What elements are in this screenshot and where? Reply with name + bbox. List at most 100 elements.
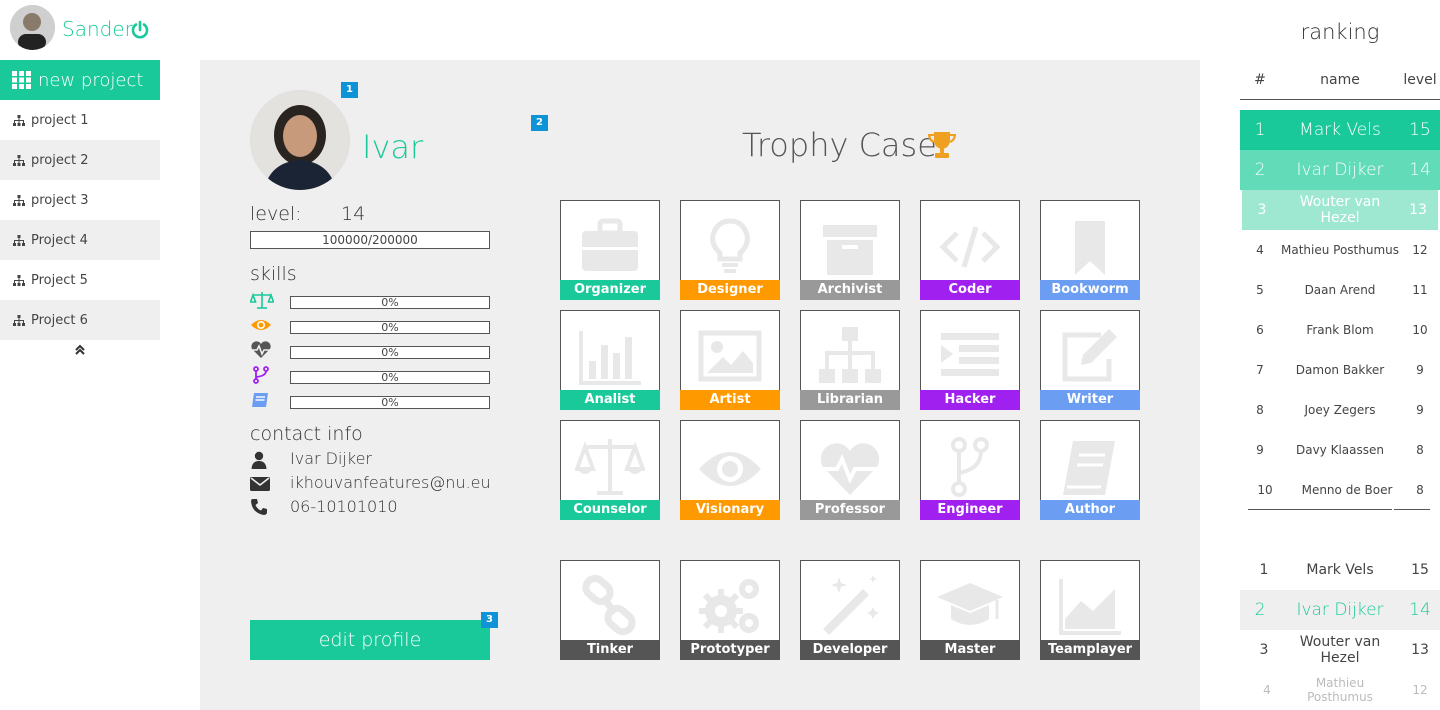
- trophy-visionary[interactable]: Visionary: [680, 420, 780, 520]
- trophy-artist[interactable]: Artist: [680, 310, 780, 410]
- level-cell: 14: [1409, 160, 1431, 180]
- name-cell: Damon Bakker: [1295, 363, 1385, 377]
- edit-profile-button[interactable]: edit profile: [250, 620, 490, 660]
- rank-cell: 2: [1254, 600, 1266, 620]
- trophy-librarian[interactable]: Librarian: [800, 310, 900, 410]
- trophy-label: Author: [1040, 500, 1140, 520]
- trophy-writer[interactable]: Writer: [1040, 310, 1140, 410]
- sidebar-item-project-5[interactable]: Project 5: [0, 260, 160, 300]
- trophy-label: Hacker: [920, 390, 1020, 410]
- trophy-developer[interactable]: Developer: [800, 560, 900, 660]
- phone-icon: [250, 498, 268, 516]
- sidebar-item-label: project 2: [31, 152, 89, 168]
- contact-email[interactable]: ikhouvanfeatures@nu.eu: [290, 473, 491, 492]
- ranking-row[interactable]: 6 Frank Blom 10: [1240, 310, 1440, 350]
- level-value: 14: [341, 203, 366, 225]
- trophy-hacker[interactable]: Hacker: [920, 310, 1020, 410]
- level-cell: 8: [1416, 443, 1424, 457]
- sidebar-item-project-4[interactable]: Project 4: [0, 220, 160, 260]
- level-cell: 8: [1416, 483, 1424, 497]
- ranking-row[interactable]: 5 Daan Arend 11: [1240, 270, 1440, 310]
- level-label: level:: [250, 203, 302, 225]
- ranking-row[interactable]: 10 Menno de Boer 8: [1240, 470, 1440, 510]
- ranking-row[interactable]: 1 Mark Vels 15: [1240, 110, 1440, 150]
- trophy-coder[interactable]: Coder: [920, 200, 1020, 300]
- tour-badge-1[interactable]: 1: [341, 82, 358, 98]
- trophy-teamplayer[interactable]: Teamplayer: [1040, 560, 1140, 660]
- trophy-label: Coder: [920, 280, 1020, 300]
- trophy-label: Tinker: [560, 640, 660, 660]
- trophy-label: Organizer: [560, 280, 660, 300]
- divider: [1248, 509, 1392, 510]
- code-icon: [939, 226, 1001, 268]
- trophy-master[interactable]: Master: [920, 560, 1020, 660]
- rank-cell: 3: [1259, 642, 1269, 658]
- ranking-row[interactable]: 7 Damon Bakker 9: [1240, 350, 1440, 390]
- trophy-label: Designer: [680, 280, 780, 300]
- name-cell: Joey Zegers: [1304, 403, 1376, 417]
- trophy-author[interactable]: Author: [1040, 420, 1140, 520]
- ranking-row[interactable]: 4 Mathieu Posthumus 12: [1240, 230, 1440, 270]
- level-cell: 15: [1409, 120, 1431, 140]
- power-icon[interactable]: [130, 20, 150, 40]
- rank-cell: 4: [1256, 243, 1264, 257]
- trophy-case-title: Trophy Case: [742, 126, 937, 164]
- trophy-analist[interactable]: Analist: [560, 310, 660, 410]
- skills-label: skills: [250, 263, 297, 285]
- level-cell: 12: [1412, 683, 1428, 697]
- divider: [1240, 99, 1440, 100]
- sitemap-icon: [13, 234, 25, 246]
- chevron-double-up-icon[interactable]: [74, 344, 86, 356]
- sitemap-icon: [13, 114, 25, 126]
- sidebar-item-project-2[interactable]: project 2: [0, 140, 160, 180]
- level-column-header: level: [1403, 72, 1437, 88]
- new-project-button[interactable]: new project: [0, 60, 160, 100]
- eye-icon: [250, 317, 272, 335]
- name-cell: Mathieu Posthumus: [1307, 676, 1373, 704]
- user-name[interactable]: Sander: [62, 17, 133, 41]
- name-cell: Wouter van Hezel: [1299, 634, 1381, 666]
- trophy-professor[interactable]: Professor: [800, 420, 900, 520]
- contact-phone[interactable]: 06-10101010: [290, 497, 398, 516]
- ranking-row[interactable]: 8 Joey Zegers 9: [1240, 390, 1440, 430]
- balance-scale-icon: [250, 291, 274, 309]
- trophy-engineer[interactable]: Engineer: [920, 420, 1020, 520]
- name-cell: Wouter van Hezel: [1299, 194, 1381, 226]
- sidebar-item-label: Project 5: [31, 272, 88, 288]
- image-icon: [698, 330, 762, 382]
- tour-badge-2[interactable]: 2: [531, 115, 548, 131]
- ranking-row[interactable]: 3 Wouter van Hezel 13: [1240, 630, 1440, 670]
- balance-scale-icon: [575, 439, 645, 495]
- level-cell: 10: [1412, 323, 1428, 337]
- ranking-row[interactable]: 9 Davy Klaassen 8: [1240, 430, 1440, 470]
- rank-cell: 10: [1257, 483, 1273, 497]
- ranking-row-current-user[interactable]: 2 Ivar Dijker 14: [1240, 590, 1440, 630]
- trophy-organizer[interactable]: Organizer: [560, 200, 660, 300]
- indent-icon: [941, 333, 999, 376]
- user-avatar[interactable]: [10, 5, 55, 50]
- trophy-bookworm[interactable]: Bookworm: [1040, 200, 1140, 300]
- heartbeat-icon: [250, 341, 272, 359]
- trophy-label: Visionary: [680, 500, 780, 520]
- ranking-row[interactable]: 1 Mark Vels 15: [1240, 550, 1440, 590]
- sidebar-item-label: project 3: [31, 192, 89, 208]
- ranking-row[interactable]: 2 Ivar Dijker 14: [1240, 150, 1440, 190]
- trophy-designer[interactable]: Designer: [680, 200, 780, 300]
- trophy-counselor[interactable]: Counselor: [560, 420, 660, 520]
- ranking-title: ranking: [1300, 20, 1380, 44]
- ranking-row[interactable]: 4 Mathieu Posthumus 12: [1240, 670, 1440, 710]
- sidebar-item-project-1[interactable]: project 1: [0, 100, 160, 140]
- contact-label: contact info: [250, 423, 363, 445]
- trophy-tinker[interactable]: Tinker: [560, 560, 660, 660]
- level-cell: 15: [1411, 562, 1429, 578]
- sidebar-item-project-3[interactable]: project 3: [0, 180, 160, 220]
- rank-cell: 9: [1256, 443, 1264, 457]
- ranking-row[interactable]: 3 Wouter van Hezel 13: [1242, 190, 1438, 230]
- sidebar-item-project-6[interactable]: Project 6: [0, 300, 160, 340]
- name-cell: Mark Vels: [1306, 562, 1374, 578]
- trophy-prototyper[interactable]: Prototyper: [680, 560, 780, 660]
- trophy-archivist[interactable]: Archivist: [800, 200, 900, 300]
- new-project-label: new project: [38, 69, 144, 91]
- tour-badge-3[interactable]: 3: [481, 612, 498, 628]
- trophy-label: Teamplayer: [1040, 640, 1140, 660]
